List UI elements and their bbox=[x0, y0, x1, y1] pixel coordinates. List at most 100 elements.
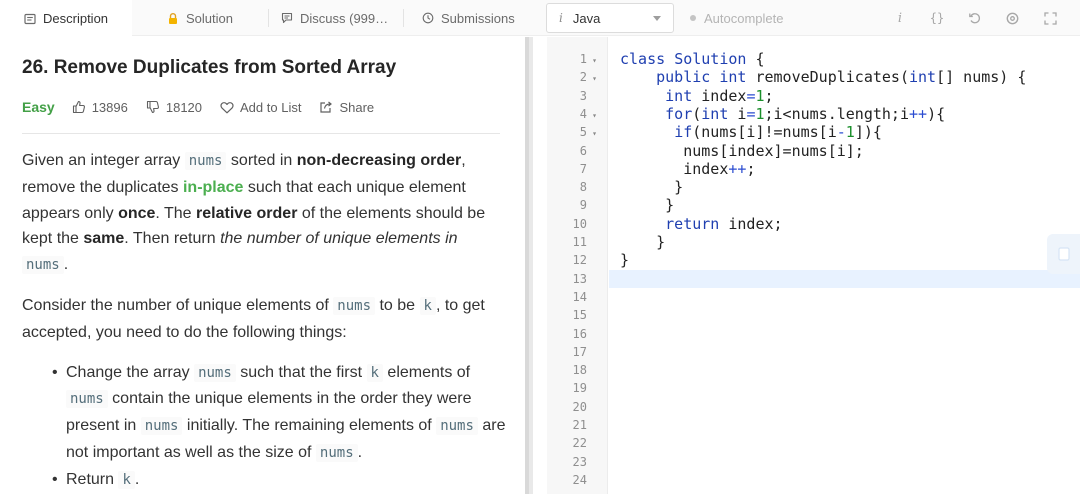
line-number: 10 bbox=[573, 215, 597, 233]
line-number-text: 3 bbox=[579, 88, 587, 103]
tab-submissions[interactable]: Submissions bbox=[421, 0, 515, 36]
braces-icon[interactable]: {} bbox=[927, 8, 947, 28]
line-number-text: 18 bbox=[572, 363, 587, 378]
line-number-text: 6 bbox=[579, 143, 587, 158]
line-number: 5 ▾ bbox=[580, 123, 597, 141]
inline-code: nums bbox=[66, 390, 108, 409]
line-number: 1 ▾ bbox=[580, 50, 597, 68]
autocomplete-toggle[interactable]: Autocomplete bbox=[690, 0, 784, 36]
fullscreen-icon[interactable] bbox=[1040, 8, 1060, 28]
tab-submissions-label: Submissions bbox=[441, 10, 515, 26]
language-select[interactable]: i Java bbox=[546, 3, 674, 33]
code-line[interactable]: int index=1; bbox=[620, 87, 773, 105]
line-number: 15 bbox=[573, 306, 597, 324]
text: . Then return bbox=[124, 230, 221, 248]
like-button[interactable]: 13896 bbox=[72, 100, 128, 115]
inline-code: k bbox=[118, 470, 135, 489]
code-line[interactable]: } bbox=[620, 251, 629, 269]
in-place-link[interactable]: in-place bbox=[183, 179, 243, 196]
tab-discuss[interactable]: Discuss (999… bbox=[280, 0, 388, 36]
inline-code: nums bbox=[436, 417, 478, 436]
side-panel-tab[interactable] bbox=[1047, 234, 1080, 274]
line-number-text: 2 bbox=[579, 70, 587, 85]
line-number-text: 15 bbox=[572, 308, 587, 323]
problem-description: Given an integer array nums sorted in no… bbox=[22, 148, 507, 494]
reset-icon[interactable] bbox=[965, 8, 985, 28]
fold-arrow-icon[interactable]: ▾ bbox=[589, 107, 597, 125]
dislike-button[interactable]: 18120 bbox=[146, 100, 202, 115]
inline-code: k bbox=[366, 363, 383, 382]
text: Change the array bbox=[66, 363, 195, 381]
line-number: 7 bbox=[580, 160, 597, 178]
list-item: Change the array nums such that the firs… bbox=[52, 360, 507, 467]
requirements-list: Change the array nums such that the firs… bbox=[52, 360, 507, 494]
line-number-text: 16 bbox=[572, 326, 587, 341]
text: . bbox=[63, 256, 69, 274]
line-number-text: 22 bbox=[572, 436, 587, 451]
line-number: 8 bbox=[580, 178, 597, 196]
inline-code: nums bbox=[184, 152, 227, 170]
problem-panel: 26. Remove Duplicates from Sorted Array … bbox=[0, 37, 525, 494]
tab-solution[interactable]: Solution bbox=[166, 0, 233, 36]
line-number: 23 bbox=[573, 453, 597, 471]
share-label: Share bbox=[339, 99, 375, 115]
info-icon[interactable]: i bbox=[890, 8, 910, 28]
line-number: 13 bbox=[573, 270, 597, 288]
code-line[interactable]: public int removeDuplicates(int[] nums) … bbox=[620, 68, 1026, 86]
thumbs-up-icon bbox=[72, 100, 85, 114]
line-number-text: 14 bbox=[572, 289, 587, 304]
discuss-icon bbox=[280, 11, 294, 25]
line-number: 9 bbox=[580, 196, 597, 214]
code-line[interactable]: } bbox=[620, 233, 665, 251]
code-line[interactable]: if(nums[i]!=nums[i-1]){ bbox=[620, 123, 882, 141]
text: elements of bbox=[382, 363, 471, 381]
description-paragraph: Consider the number of unique elements o… bbox=[22, 293, 507, 346]
tab-description[interactable]: Description bbox=[0, 0, 132, 37]
code-line[interactable]: class Solution { bbox=[620, 50, 765, 68]
share-button[interactable]: Share bbox=[319, 100, 374, 115]
code-line[interactable]: index++; bbox=[620, 160, 755, 178]
problem-title: 26. Remove Duplicates from Sorted Array bbox=[22, 57, 397, 78]
text: . bbox=[357, 443, 363, 461]
line-number: 19 bbox=[573, 379, 597, 397]
code-line[interactable]: for(int i=1;i<nums.length;i++){ bbox=[620, 105, 945, 123]
settings-icon[interactable] bbox=[1002, 8, 1022, 28]
line-number: 24 bbox=[573, 471, 597, 489]
line-number-text: 19 bbox=[572, 381, 587, 396]
fold-arrow-icon[interactable]: ▾ bbox=[589, 125, 597, 143]
divider bbox=[22, 133, 500, 134]
text: initially. The remaining elements of bbox=[182, 417, 437, 435]
add-to-list-label: Add to List bbox=[240, 99, 302, 115]
line-number: 11 bbox=[573, 233, 597, 251]
text: Given an integer array bbox=[22, 152, 185, 169]
add-to-list-button[interactable]: Add to List bbox=[220, 100, 301, 115]
bold-text: non-decreasing order bbox=[296, 152, 462, 169]
inline-code: nums bbox=[315, 443, 358, 462]
fold-arrow-icon[interactable]: ▾ bbox=[589, 70, 597, 88]
panel-resize-handle[interactable] bbox=[525, 37, 533, 494]
lock-icon bbox=[166, 11, 180, 25]
code-line[interactable]: } bbox=[620, 196, 674, 214]
description-paragraph: Given an integer array nums sorted in no… bbox=[22, 148, 507, 279]
inline-code: nums bbox=[194, 363, 236, 382]
inline-code: nums bbox=[140, 417, 183, 436]
tab-discuss-label: Discuss (999… bbox=[300, 10, 389, 26]
autocomplete-status-dot bbox=[690, 15, 696, 21]
like-count: 13896 bbox=[91, 99, 128, 115]
language-select-value: Java bbox=[572, 10, 601, 26]
code-editor[interactable]: 1 ▾ 2 ▾ 3 4 ▾ 5 ▾ 6 7 8 9 10 11 12 13 14 15 16 17 18 19 20 21 22 2… bbox=[547, 37, 1080, 494]
line-number-text: 17 bbox=[572, 344, 587, 359]
inline-code: nums bbox=[22, 256, 64, 275]
line-number-text: 8 bbox=[579, 180, 587, 195]
tab-divider bbox=[268, 9, 269, 27]
fold-arrow-icon[interactable]: ▾ bbox=[589, 52, 597, 70]
text: . The bbox=[155, 204, 197, 222]
code-line[interactable]: return index; bbox=[620, 215, 782, 233]
code-line[interactable]: } bbox=[620, 178, 683, 196]
italic-text: the number of unique elements in bbox=[220, 230, 458, 248]
code-line[interactable]: nums[index]=nums[i]; bbox=[620, 142, 864, 160]
line-number: 22 bbox=[573, 434, 597, 452]
line-number-text: 1 bbox=[579, 52, 587, 66]
top-bar: Description Solution Discuss (999… Submi… bbox=[0, 0, 1080, 37]
line-number: 14 bbox=[573, 288, 597, 306]
